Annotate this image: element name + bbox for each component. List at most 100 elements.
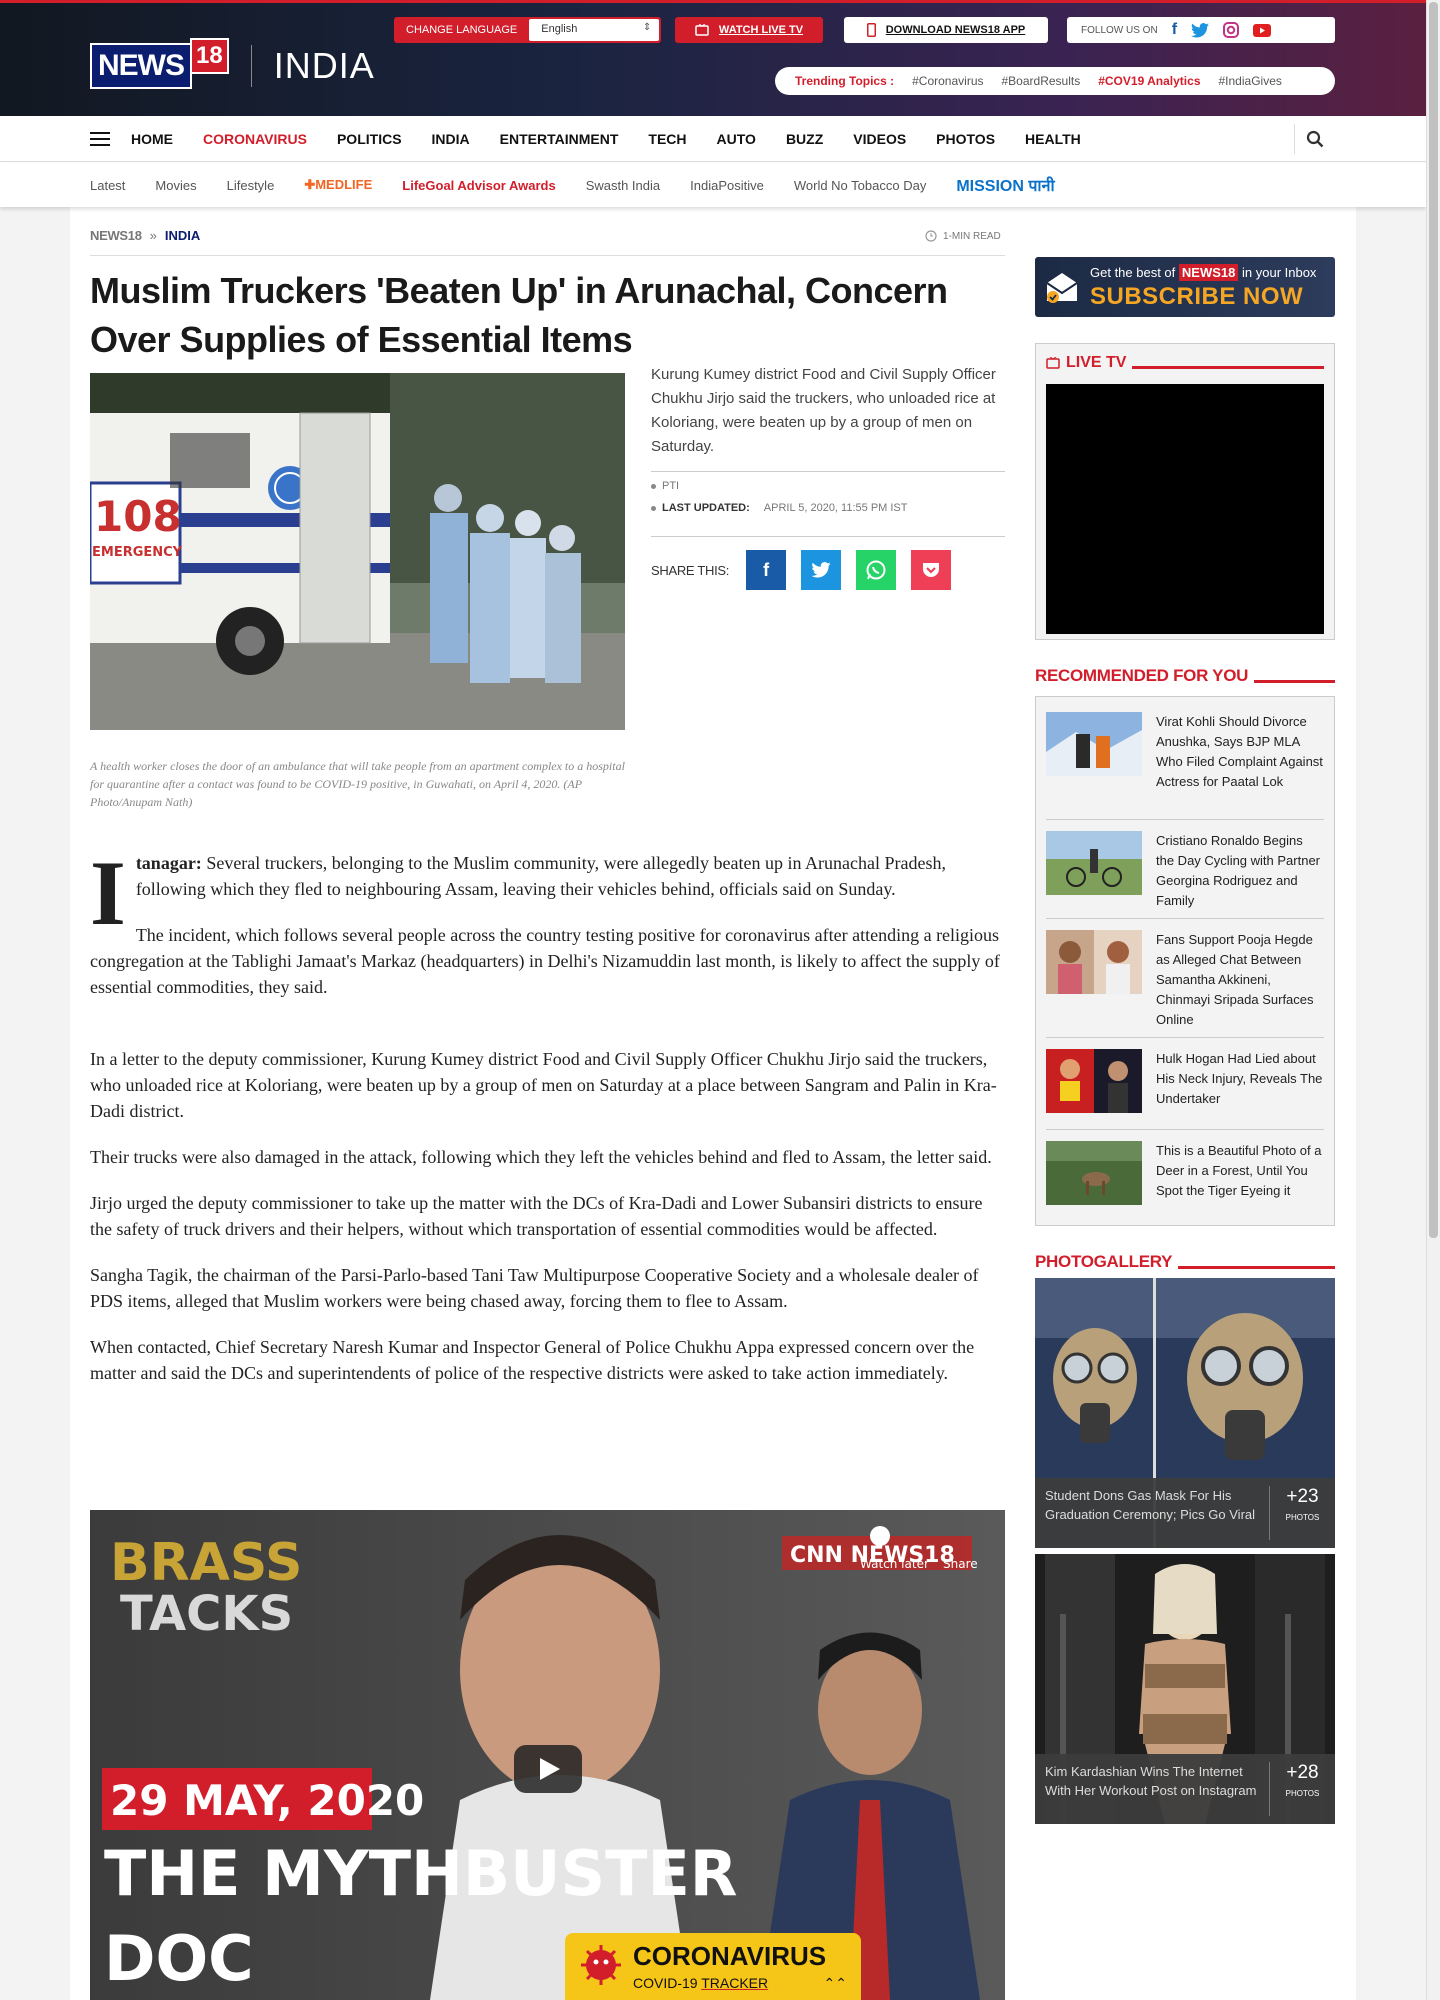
share-pocket-button[interactable] [911,550,952,590]
hero-image: 108 EMERGENCY [90,373,625,730]
tracker-link[interactable]: TRACKER [701,1975,768,1991]
reco-item-1[interactable]: Virat Kohli Should Divorce Anushka, Says… [1046,700,1324,792]
reco-thumb-2 [1046,831,1142,895]
subnav-movies[interactable]: Movies [155,178,196,193]
clock-icon [925,230,937,242]
nav-health[interactable]: HEALTH [1025,131,1081,147]
breadcrumb-india[interactable]: INDIA [165,228,200,243]
scrollbar-thumb[interactable] [1429,2,1438,1238]
subnav-medlife[interactable]: ✚MEDLIFE [304,177,372,193]
language-value: English [541,23,578,35]
reco-title-1: Virat Kohli Should Divorce Anushka, Says… [1156,714,1323,789]
download-app-button[interactable]: DOWNLOAD NEWS18 APP [844,17,1048,43]
subnav-world-no-tobacco-day[interactable]: World No Tobacco Day [794,178,926,193]
sub-nav: Latest Movies Lifestyle ✚MEDLIFE LifeGoa… [0,163,1426,207]
reco-title-3: Fans Support Pooja Hegde as Alleged Chat… [1156,932,1314,1027]
chevron-up-icon[interactable]: ⌃⌃ [824,1975,847,1992]
trending-boardresults[interactable]: #BoardResults [1002,74,1081,88]
paragraph-1: The incident, which follows several peop… [90,925,1000,997]
gallery-caption-2: Kim Kardashian Wins The Internet With He… [1035,1754,1335,1824]
live-tv-player[interactable] [1046,384,1324,634]
gallery-card-2[interactable]: Kim Kardashian Wins The Internet With He… [1035,1554,1335,1824]
lead-text: Several truckers, belonging to the Musli… [135,853,946,899]
reco-item-5[interactable]: This is a Beautiful Photo of a Deer in a… [1046,1129,1324,1205]
share-facebook-button[interactable]: f [746,550,787,590]
watch-live-tv-button[interactable]: WATCH LIVE TV [675,17,823,43]
share-twitter-button[interactable] [801,550,842,590]
subnav-indiapositive[interactable]: IndiaPositive [690,178,764,193]
gallery-count-2: +28 PHOTOS [1269,1762,1335,1816]
recommended-header: RECOMMENDED FOR YOU [1035,666,1335,686]
facebook-icon[interactable]: f [1172,21,1177,39]
lead-paragraph: Itanagar: Several truckers, belonging to… [90,847,1005,939]
gallery-caption-1: Student Dons Gas Mask For His Graduation… [1035,1478,1335,1548]
svg-text:108: 108 [94,492,182,541]
twitter-icon[interactable] [1191,22,1210,38]
trending-cov19-analytics[interactable]: #COV19 Analytics [1098,74,1200,88]
subnav-swasth-india[interactable]: Swasth India [586,178,660,193]
gallery-card-1[interactable]: Student Dons Gas Mask For His Graduation… [1035,1278,1335,1548]
coronavirus-tracker-widget[interactable]: CORONAVIRUS COVID-19 TRACKER ⌃⌃ [565,1933,861,2000]
subnav-lifegoal[interactable]: LifeGoal Advisor Awards [402,178,555,193]
instagram-icon[interactable] [1223,22,1240,38]
nav-politics[interactable]: POLITICS [337,131,402,147]
share-bar: SHARE THIS: f [651,550,952,590]
hamburger-menu-icon[interactable] [90,132,110,146]
trending-indiagives[interactable]: #IndiaGives [1219,74,1282,88]
read-time: 1-MIN READ [925,230,1001,242]
medlife-cross-icon: ✚ [304,177,316,192]
search-button[interactable] [1294,124,1334,154]
live-tv-widget: LIVE TV [1035,343,1335,640]
subscribe-text: Get the best of NEWS18 in your Inbox [1090,264,1317,281]
gallery-title-2: Kim Kardashian Wins The Internet With He… [1045,1764,1257,1798]
follow-label: FOLLOW US ON [1081,24,1158,36]
svg-text:THE MYTHBUSTER: THE MYTHBUSTER [104,1837,738,1910]
nav-coronavirus[interactable]: CORONAVIRUS [203,131,307,147]
subnav-mission-paani[interactable]: MISSION पानी [956,174,1054,196]
svg-text:TACKS: TACKS [120,1586,293,1642]
breadcrumb-news18[interactable]: NEWS18 [90,228,142,243]
share-label: SHARE THIS: [651,562,730,578]
chevron-updown-icon: ⇕ [642,22,652,33]
reco-item-3[interactable]: Fans Support Pooja Hegde as Alleged Chat… [1046,918,1324,1030]
nav-photos[interactable]: PHOTOS [936,131,995,147]
nav-videos[interactable]: VIDEOS [853,131,906,147]
reco-item-2[interactable]: Cristiano Ronaldo Begins the Day Cycling… [1046,819,1324,911]
article-summary: Kurung Kumey district Food and Civil Sup… [651,363,1005,472]
nav-home[interactable]: HOME [131,131,173,147]
envelope-icon [1046,273,1078,303]
article-body: Itanagar: Several truckers, belonging to… [90,847,1005,1406]
article-source: PTI [662,480,680,492]
nav-tech[interactable]: TECH [648,131,686,147]
subnav-lifestyle[interactable]: Lifestyle [227,178,275,193]
nav-buzz[interactable]: BUZZ [786,131,823,147]
trending-coronavirus[interactable]: #Coronavirus [912,74,983,88]
page-scrollbar[interactable] [1426,0,1440,2000]
article-title: Muslim Truckers 'Beaten Up' in Arunachal… [90,270,948,360]
reco-item-4[interactable]: Hulk Hogan Had Lied about His Neck Injur… [1046,1037,1324,1113]
language-select[interactable]: English ⇕ [529,19,660,41]
reco-title-2: Cristiano Ronaldo Begins the Day Cycling… [1156,833,1321,908]
news18-logo[interactable]: NEWS 18 INDIA [90,38,375,91]
svg-text:EMERGENCY: EMERGENCY [92,545,183,560]
article-meta: PTI LAST UPDATED: APRIL 5, 2020, 11:55 PM… [651,480,1005,537]
share-whatsapp-button[interactable] [856,550,897,590]
subnav-latest[interactable]: Latest [90,178,125,193]
reco-title-5: This is a Beautiful Photo of a Deer in a… [1156,1143,1322,1198]
nav-entertainment[interactable]: ENTERTAINMENT [500,131,619,147]
last-updated-label: LAST UPDATED: [662,502,750,514]
twitter-icon [811,562,831,578]
tv-icon [1046,357,1060,369]
nav-auto[interactable]: AUTO [717,131,756,147]
photogallery-label: PHOTOGALLERY [1035,1252,1173,1271]
nav-india[interactable]: INDIA [432,131,470,147]
youtube-icon[interactable] [1253,23,1272,37]
subscribe-banner[interactable]: Get the best of NEWS18 in your Inbox SUB… [1035,257,1335,317]
breadcrumb-separator: » [149,228,157,243]
live-tv-label: LIVE TV [1066,354,1127,371]
site-header: NEWS 18 INDIA CHANGE LANGUAGE English ⇕ … [0,0,1426,116]
paragraph-4: Jirjo urged the deputy commissioner to t… [90,1193,983,1239]
svg-text:BRASS: BRASS [110,1533,303,1593]
video-player[interactable]: BRASS TACKS 29 MAY, 2020 THE MYTHBUSTER … [90,1510,1005,2000]
last-updated-value: APRIL 5, 2020, 11:55 PM IST [763,502,908,514]
